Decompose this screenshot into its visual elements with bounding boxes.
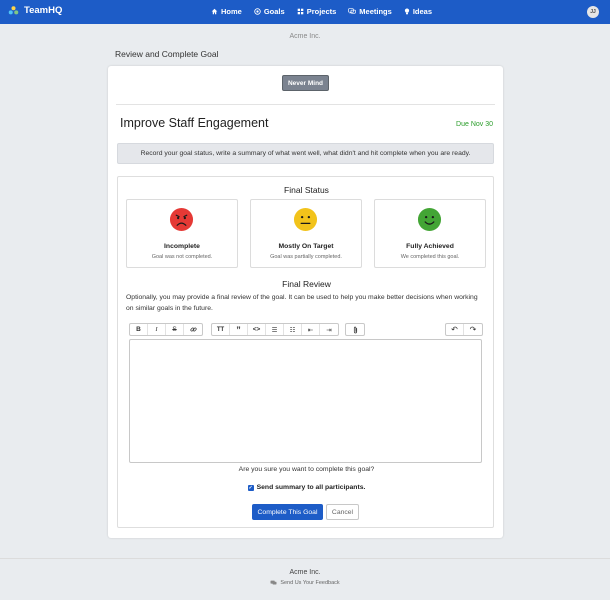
user-avatar[interactable]: JJ [587,6,599,18]
review-card: Never Mind Improve Staff Engagement Due … [108,66,503,538]
nav-home[interactable]: Home [211,7,242,16]
paperclip-icon [353,326,357,333]
lightbulb-icon [404,8,409,15]
sad-face-icon [169,207,194,232]
indent-button[interactable]: ⇥ [320,324,338,335]
italic-button[interactable]: I [148,324,166,335]
send-summary-label[interactable]: Send summary to all participants. [257,484,366,491]
cancel-button[interactable]: Cancel [326,504,359,520]
status-label: Fully Achieved [406,243,454,250]
status-desc: Goal was not completed. [151,254,213,260]
status-option-fully-achieved[interactable]: Fully Achieved We completed this goal. [374,199,486,268]
info-banner: Record your goal status, write a summary… [117,143,494,164]
heading-button[interactable]: TT [212,324,230,335]
strikethrough-button[interactable]: S [166,324,184,335]
editor-toolbar: B I S TT ” <> ☰ ☷ ⇤ ⇥ ↶ ↷ [129,323,483,336]
bullet-list-button[interactable]: ☰ [266,324,284,335]
code-button[interactable]: <> [248,324,266,335]
status-desc: Goal was partially completed. [270,254,342,260]
divider [116,104,495,105]
review-form: Final Status Incomplete Goal was not com… [117,176,494,528]
nav-meetings-label: Meetings [359,7,392,16]
top-navbar: TeamHQ Home Goals Projects Meetings Idea… [0,0,610,24]
chat-icon [348,8,357,14]
footer: Acme Inc. Send Us Your Feedback [0,558,610,600]
final-status-title: Final Status [284,185,329,195]
outdent-button[interactable]: ⇤ [302,324,320,335]
nav-meetings[interactable]: Meetings [348,7,392,16]
never-mind-button[interactable]: Never Mind [282,75,329,91]
nav-projects-label: Projects [306,7,337,16]
complete-goal-button[interactable]: Complete This Goal [252,504,323,520]
main-nav: Home Goals Projects Meetings Ideas [211,7,432,16]
feedback-link[interactable]: Send Us Your Feedback [0,580,610,586]
home-icon [211,8,218,15]
org-name: Acme Inc. [289,33,321,40]
toolbar-group-format: B I S [129,323,203,336]
confirm-text: Are you sure you want to complete this g… [238,466,375,473]
toolbar-group-block: TT ” <> ☰ ☷ ⇤ ⇥ [211,323,339,336]
send-summary-row: ✓ Send summary to all participants. [118,484,495,491]
target-icon [254,8,261,15]
nav-ideas-label: Ideas [412,7,432,16]
final-review-title: Final Review [282,279,331,289]
chat-icon [270,580,277,585]
due-date: Due Nov 30 [456,121,493,128]
logo-icon [8,6,19,15]
link-icon [189,327,197,332]
quote-button[interactable]: ” [230,324,248,335]
nav-ideas[interactable]: Ideas [404,7,432,16]
feedback-label: Send Us Your Feedback [280,580,340,586]
goal-title: Improve Staff Engagement [120,116,269,130]
attach-button[interactable] [346,324,364,335]
nav-goals-label: Goals [263,7,285,16]
app-name: TeamHQ [24,5,63,16]
happy-face-icon [417,207,442,232]
status-option-mostly-on-target[interactable]: Mostly On Target Goal was partially comp… [250,199,362,268]
nav-home-label: Home [221,7,242,16]
final-review-description: Optionally, you may provide a final revi… [126,294,478,312]
status-desc: We completed this goal. [400,254,460,260]
undo-button[interactable]: ↶ [446,324,464,335]
bold-button[interactable]: B [130,324,148,335]
footer-org: Acme Inc. [289,569,321,576]
status-label: Incomplete [164,243,200,250]
neutral-face-icon [293,207,318,232]
grid-icon [297,8,303,15]
toolbar-group-attach [345,323,365,336]
numbered-list-button[interactable]: ☷ [284,324,302,335]
brand[interactable]: TeamHQ [8,5,62,16]
toolbar-group-history: ↶ ↷ [445,323,483,336]
send-summary-checkbox[interactable]: ✓ [247,484,254,491]
nav-goals[interactable]: Goals [254,7,285,16]
status-option-incomplete[interactable]: Incomplete Goal was not completed. [126,199,238,268]
link-button[interactable] [184,324,202,335]
page-title: Review and Complete Goal [115,49,219,59]
redo-button[interactable]: ↷ [464,324,482,335]
status-label: Mostly On Target [278,243,334,250]
nav-projects[interactable]: Projects [297,7,337,16]
review-editor[interactable] [129,339,482,463]
